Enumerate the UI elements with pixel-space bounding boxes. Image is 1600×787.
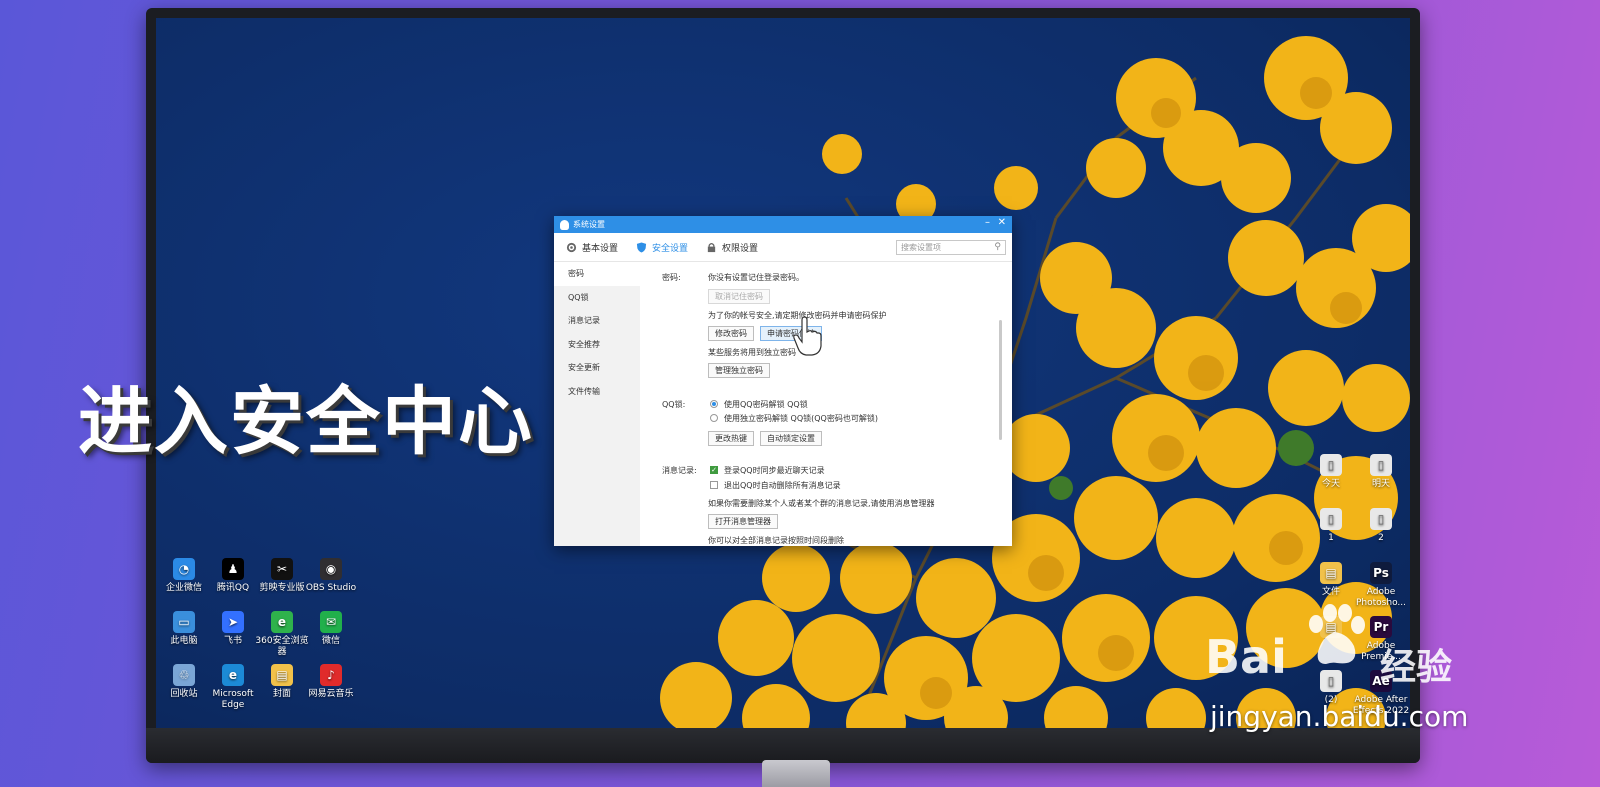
settings-search-input[interactable]: 搜索设置项 ⚲ <box>896 240 1006 255</box>
tab-bar: 基本设置 安全设置 权限设置 搜索设置项 ⚲ <box>554 233 1012 262</box>
edge-icon: e <box>222 664 244 686</box>
360-browser-icon: e <box>271 611 293 633</box>
file-icon: ▯ <box>1320 508 1342 530</box>
desktop-icon-label: 明天 <box>1371 479 1390 489</box>
capcut-icon: ✂ <box>271 558 293 580</box>
radio-label: 使用QQ密码解锁 QQ锁 <box>724 400 808 409</box>
change-hotkey-button[interactable]: 更改热键 <box>708 431 754 446</box>
wechat-icon: ✉ <box>320 611 342 633</box>
folder-icon: ▤ <box>1320 562 1342 584</box>
recycle-bin-icon: ♲ <box>173 664 195 686</box>
auto-lock-settings-button[interactable]: 自动锁定设置 <box>760 431 822 446</box>
folder-icon: ▤ <box>271 664 293 686</box>
watermark-url: jingyan.baidu.com <box>1210 700 1469 733</box>
minimize-icon[interactable]: – <box>985 217 990 228</box>
wecom-icon: ◔ <box>173 558 195 580</box>
tab-label: 权限设置 <box>722 243 759 254</box>
premiere-icon: Pr <box>1370 616 1392 638</box>
settings-sidebar: 密码 QQ锁 消息记录 安全推荐 安全更新 文件传输 <box>554 262 640 546</box>
tab-permission-settings[interactable]: 权限设置 <box>706 241 758 254</box>
delete-on-exit-checkbox[interactable] <box>710 481 718 489</box>
desktop-icon[interactable]: ▯ 明天 <box>1351 454 1410 490</box>
time-delete-tip: 你可以对全部消息记录按照时间段删除 <box>708 536 844 545</box>
monitor-bezel <box>146 728 1420 763</box>
pointing-hand-icon <box>793 316 822 356</box>
dialog-titlebar[interactable]: 系统设置 – ✕ <box>554 216 1012 233</box>
shield-icon <box>636 241 647 253</box>
computer-icon: ▭ <box>173 611 195 633</box>
checkbox-label: 退出QQ时自动删除所有消息记录 <box>724 481 841 490</box>
feishu-icon: ➤ <box>222 611 244 633</box>
desktop-icon[interactable]: ▯ 2 <box>1351 508 1410 544</box>
baidu-paw-icon <box>1309 604 1365 664</box>
system-settings-dialog: 系统设置 – ✕ 基本设置 安全设置 权限设置 搜索设置项 ⚲ 密码 QQ锁 消… <box>554 216 1012 546</box>
unlock-with-qq-password-radio[interactable] <box>710 400 718 408</box>
file-icon: ▯ <box>1370 508 1392 530</box>
desktop-icon-label: OBS Studio <box>305 583 357 593</box>
obs-icon: ◉ <box>320 558 342 580</box>
sidebar-item-security-update[interactable]: 安全更新 <box>554 356 640 380</box>
lock-icon <box>707 242 716 252</box>
desktop-icon-label: 网易云音乐 <box>308 689 354 699</box>
qq-penguin-icon <box>560 219 569 230</box>
message-manager-tip: 如果你需要删除某个人或者某个群的消息记录,请使用消息管理器 <box>708 499 935 508</box>
photoshop-icon: Ps <box>1370 562 1392 584</box>
message-records-section-label: 消息记录: <box>662 466 697 475</box>
desktop-icon-label: 微信 <box>321 636 340 646</box>
sidebar-item-qq-lock[interactable]: QQ锁 <box>554 286 640 310</box>
unlock-with-independent-password-radio[interactable] <box>710 414 718 422</box>
radio-label: 使用独立密码解锁 QQ锁(QQ密码也可解锁) <box>724 414 878 423</box>
search-placeholder: 搜索设置项 <box>901 243 941 252</box>
cancel-remember-password-button[interactable]: 取消记住密码 <box>708 289 770 304</box>
gear-icon <box>566 242 577 252</box>
sidebar-item-password[interactable]: 密码 <box>554 262 640 286</box>
tab-label: 基本设置 <box>582 243 619 254</box>
content-scrollbar[interactable] <box>999 320 1002 440</box>
netease-music-icon: ♪ <box>320 664 342 686</box>
close-icon[interactable]: ✕ <box>998 217 1006 228</box>
monitor-stand <box>762 760 830 787</box>
desktop-icon[interactable]: ✉ 微信 <box>301 611 361 647</box>
overlay-caption: 进入安全中心 <box>78 379 534 465</box>
sync-recent-chat-checkbox[interactable]: ✓ <box>710 466 718 474</box>
search-icon[interactable]: ⚲ <box>994 242 1001 252</box>
tab-security-settings[interactable]: 安全设置 <box>636 241 688 254</box>
baidu-logo-text: Bai <box>1205 630 1287 684</box>
desktop-icon-label: 2 <box>1378 533 1384 543</box>
checkbox-label: 登录QQ时同步最近聊天记录 <box>724 466 825 475</box>
desktop-icon[interactable]: ♪ 网易云音乐 <box>301 664 361 700</box>
file-icon: ▯ <box>1370 454 1392 476</box>
open-message-manager-button[interactable]: 打开消息管理器 <box>708 514 778 529</box>
manage-independent-password-button[interactable]: 管理独立密码 <box>708 363 770 378</box>
independent-password-tip: 某些服务将用到独立密码 <box>708 348 796 357</box>
password-section-label: 密码: <box>662 273 681 282</box>
sidebar-item-security-recommend[interactable]: 安全推荐 <box>554 333 640 357</box>
tab-basic-settings[interactable]: 基本设置 <box>566 241 618 254</box>
file-icon: ▯ <box>1320 454 1342 476</box>
change-password-button[interactable]: 修改密码 <box>708 326 754 341</box>
qq-lock-section-label: QQ锁: <box>662 400 686 409</box>
tab-label: 安全设置 <box>652 243 689 254</box>
dialog-title: 系统设置 <box>573 220 605 229</box>
sidebar-item-file-transfer[interactable]: 文件传输 <box>554 380 640 404</box>
settings-content: 密码: 你没有设置记住登录密码。 取消记住密码 为了你的帐号安全,请定期修改密码… <box>640 262 1004 546</box>
password-status-text: 你没有设置记住登录密码。 <box>708 273 804 282</box>
sidebar-item-message-records[interactable]: 消息记录 <box>554 309 640 333</box>
desktop-icon[interactable]: ◉ OBS Studio <box>301 558 361 594</box>
jingyan-logo-text: 经验 <box>1380 647 1453 688</box>
qq-penguin-icon: ♟ <box>222 558 244 580</box>
